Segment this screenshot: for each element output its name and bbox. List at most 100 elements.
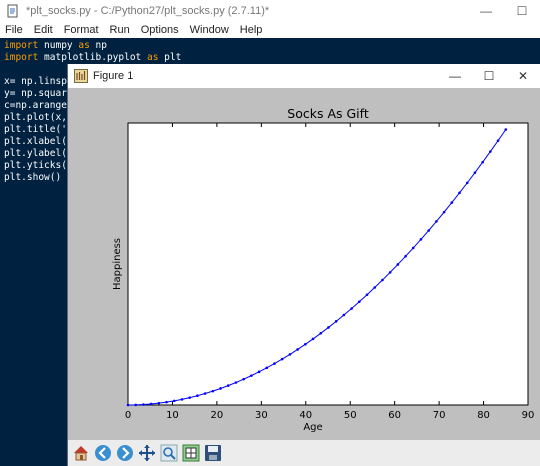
data-point — [411, 246, 415, 250]
data-point — [489, 150, 492, 153]
data-point — [327, 326, 330, 329]
data-point — [319, 331, 323, 335]
data-point — [427, 229, 430, 232]
x-tick-label: 70 — [433, 410, 446, 421]
code-text: numpy — [38, 40, 79, 51]
data-point — [296, 348, 299, 351]
x-tick-label: 50 — [344, 410, 357, 421]
idle-titlebar: *plt_socks.py - C:/Python27/plt_socks.py… — [0, 0, 540, 22]
data-point — [134, 403, 138, 407]
x-tick-label: 60 — [388, 410, 401, 421]
data-point — [165, 400, 168, 404]
data-point — [273, 362, 276, 365]
data-point — [373, 286, 377, 289]
x-tick-label: 40 — [299, 410, 312, 421]
x-tick-label: 30 — [255, 410, 268, 421]
keyword: as — [78, 40, 90, 51]
data-point — [203, 392, 207, 395]
subplots-icon[interactable] — [181, 443, 201, 463]
plot-area[interactable]: Socks As Gift Age Happiness 0 10 20 30 40 50 6… — [68, 88, 540, 440]
menu-edit[interactable]: Edit — [29, 24, 59, 36]
data-point — [188, 396, 191, 399]
back-icon[interactable] — [93, 443, 113, 463]
x-tick-label: 80 — [477, 410, 490, 421]
keyword: as — [147, 52, 159, 63]
data-point — [381, 278, 384, 282]
zoom-icon[interactable] — [159, 443, 179, 463]
axes-background — [127, 122, 529, 406]
data-point — [481, 160, 484, 164]
data-point — [196, 394, 199, 398]
menu-file[interactable]: File — [0, 24, 29, 36]
menu-options[interactable]: Options — [136, 24, 185, 36]
figure-window: Figure 1 — ☐ ✕ Socks As Gift Age Happine… — [67, 64, 540, 466]
figure-titlebar: Figure 1 — ☐ ✕ — [68, 64, 540, 88]
code-line: plt.plot(x, — [4, 112, 67, 123]
minimize-button[interactable]: — — [468, 0, 504, 22]
keyword: import — [4, 52, 39, 63]
home-icon[interactable] — [71, 443, 91, 463]
code-line: plt.yticks( — [4, 160, 67, 171]
window-title: *plt_socks.py - C:/Python27/plt_socks.py… — [26, 5, 270, 17]
data-point — [334, 320, 338, 323]
data-point — [388, 271, 392, 274]
figure-close-button[interactable]: ✕ — [506, 64, 540, 88]
data-point — [242, 377, 245, 381]
x-tick-label: 0 — [125, 410, 131, 421]
data-point — [365, 293, 369, 297]
menu-help[interactable]: Help — [235, 24, 269, 36]
data-point — [149, 402, 153, 406]
code-line: import matplotlib.pyplot as plt — [4, 52, 181, 64]
keyword: import — [4, 40, 39, 51]
menu-format[interactable]: Format — [59, 24, 105, 36]
data-point — [458, 191, 461, 195]
data-point — [250, 374, 253, 377]
data-point — [126, 403, 130, 407]
figure-minimize-button[interactable]: — — [438, 64, 472, 88]
data-point — [234, 381, 238, 384]
maximize-button[interactable]: ☐ — [504, 0, 540, 22]
data-point — [219, 387, 222, 390]
code-line: plt.ylabel( — [4, 148, 67, 159]
x-tick-label: 90 — [522, 410, 535, 421]
code-line: y= np.squar — [4, 88, 67, 99]
data-point — [396, 263, 400, 266]
matplotlib-icon — [74, 69, 88, 83]
data-point — [450, 201, 454, 204]
x-tick-label: 20 — [211, 410, 224, 421]
code-text: np — [89, 40, 107, 51]
data-point — [442, 210, 446, 214]
code-line: plt.xlabel( — [4, 136, 67, 147]
menu-run[interactable]: Run — [105, 24, 136, 36]
data-point — [265, 366, 269, 370]
chart-title: Socks As Gift — [287, 106, 369, 121]
save-icon[interactable] — [203, 443, 223, 463]
navigation-toolbar — [68, 440, 540, 466]
data-point — [435, 220, 438, 223]
menu-bar: File Edit Format Run Options Window Help — [0, 22, 540, 38]
data-point — [404, 255, 407, 258]
data-point — [211, 389, 215, 393]
code-line: import numpy as np — [4, 40, 107, 52]
y-axis-label: Happiness — [112, 238, 123, 290]
x-tick-label: 10 — [166, 410, 179, 421]
x-axis-label: Age — [303, 422, 322, 433]
pan-icon[interactable] — [137, 443, 157, 463]
data-point — [465, 181, 469, 185]
code-text: plt — [158, 52, 182, 63]
data-point — [419, 238, 423, 241]
data-point — [157, 401, 161, 405]
python-file-icon — [7, 4, 18, 18]
menu-window[interactable]: Window — [185, 24, 235, 36]
data-point — [496, 139, 500, 142]
code-line: c=np.arange — [4, 100, 67, 111]
figure-maximize-button[interactable]: ☐ — [472, 64, 506, 88]
data-point — [226, 384, 230, 387]
data-point — [304, 343, 307, 346]
data-point — [180, 398, 184, 401]
code-line: plt.show() — [4, 172, 62, 183]
line-chart: Socks As Gift Age Happiness 0 10 20 30 40 50 6… — [112, 106, 535, 433]
data-point — [172, 399, 176, 403]
data-point — [142, 403, 145, 406]
forward-icon[interactable] — [115, 443, 135, 463]
